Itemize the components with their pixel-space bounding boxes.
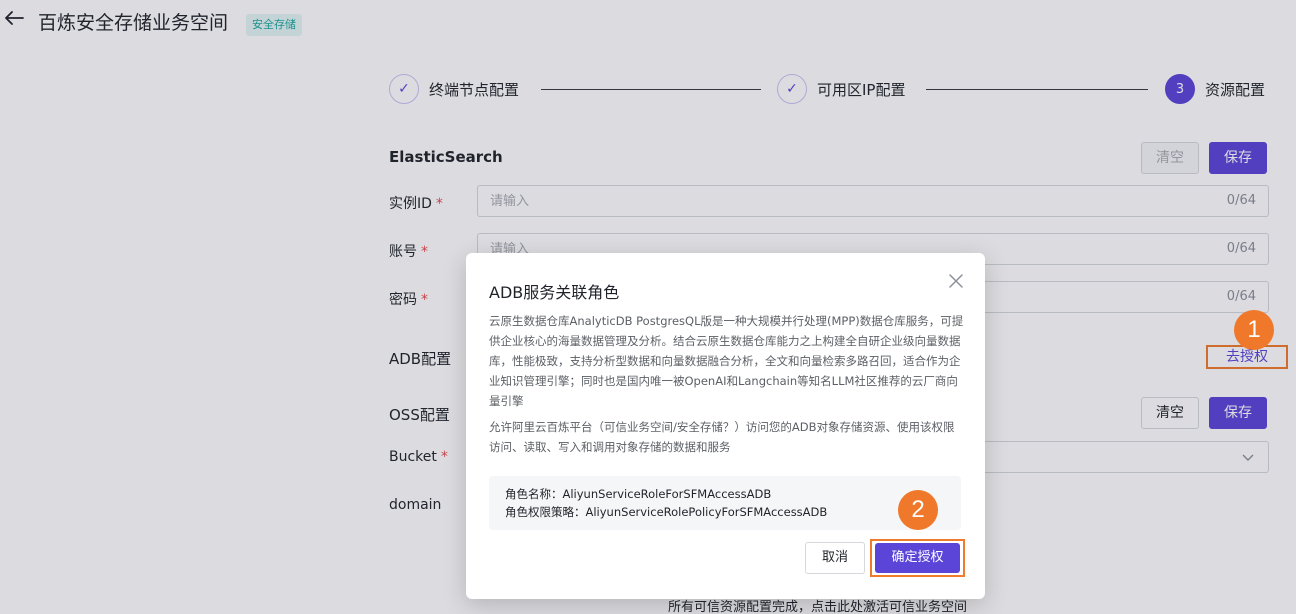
dialog-permission-text: 允许阿里云百炼平台（可信业务空间/安全存储？）访问您的ADB对象存储资源、使用该…: [489, 420, 955, 454]
cancel-button[interactable]: 取消: [805, 542, 865, 574]
dialog-title: ADB服务关联角色: [489, 283, 620, 302]
adb-service-role-dialog: ADB服务关联角色 云原生数据仓库AnalyticDB PostgresQL版是…: [466, 253, 985, 599]
annotation-badge-1: 1: [1234, 310, 1274, 350]
role-name: 角色名称：AliyunServiceRoleForSFMAccessADB: [505, 487, 772, 501]
confirm-highlight: 确定授权: [870, 539, 965, 577]
role-info-box: 角色名称：AliyunServiceRoleForSFMAccessADB 角色…: [489, 476, 961, 530]
dialog-description: 云原生数据仓库AnalyticDB PostgresQL版是一种大规模并行处理(…: [489, 314, 964, 408]
close-icon[interactable]: [948, 273, 964, 289]
confirm-authorize-button[interactable]: 确定授权: [875, 543, 960, 573]
role-policy: 角色权限策略：AliyunServiceRolePolicyForSFMAcce…: [505, 505, 828, 519]
annotation-badge-2: 2: [898, 490, 938, 530]
